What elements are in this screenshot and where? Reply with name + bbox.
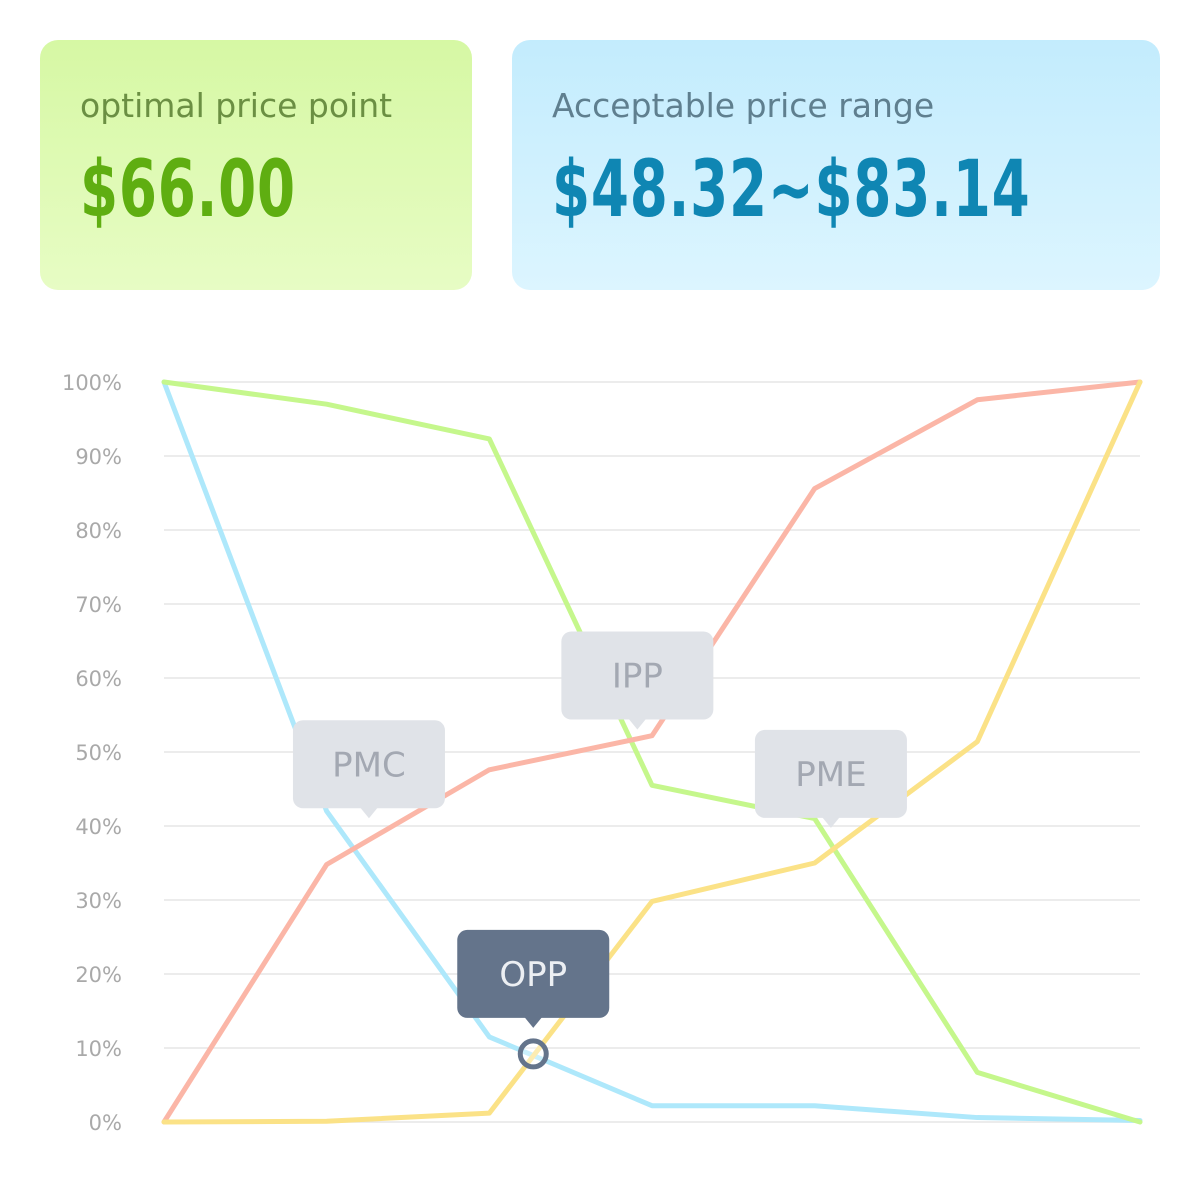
optimal-point-marker[interactable]: [517, 1038, 549, 1070]
annotation-layer: PMC IPP PME OPP: [292, 631, 907, 1070]
price-sensitivity-chart: 0% 10% 20% 30% 40% 50% 60% 70% 80% 90% 100% PMC IPP…: [62, 371, 1143, 1135]
annotation-pointer: [359, 807, 378, 819]
annotation-opp[interactable]: OPP: [457, 929, 610, 1070]
y-tick-label: 20%: [75, 963, 122, 987]
y-tick-label: 70%: [75, 593, 122, 617]
optimal-price-card: optimal price point $66.00: [40, 40, 472, 290]
y-tick-label: 60%: [75, 667, 122, 691]
y-tick-label: 30%: [75, 889, 122, 913]
y-tick-label: 80%: [75, 519, 122, 543]
y-tick-label: 50%: [75, 741, 122, 765]
y-tick-label: 100%: [62, 371, 122, 395]
annotation-ipp[interactable]: IPP: [561, 631, 714, 730]
annotation-label: IPP: [612, 657, 663, 697]
optimal-price-label: optimal price point: [80, 86, 393, 125]
annotation-label: PMC: [332, 745, 406, 785]
grid-layer: 0% 10% 20% 30% 40% 50% 60% 70% 80% 90% 100%: [62, 371, 1140, 1135]
price-range-label: Acceptable price range: [552, 86, 935, 125]
annotation-pmc[interactable]: PMC: [292, 720, 445, 819]
optimal-price-value: $66.00: [80, 145, 296, 235]
price-range-card: Acceptable price range $48.32~$83.14: [512, 40, 1160, 290]
annotation-pme[interactable]: PME: [754, 729, 907, 828]
y-tick-label: 40%: [75, 815, 122, 839]
annotation-pointer: [524, 1016, 543, 1028]
annotation-label: OPP: [499, 955, 567, 995]
y-tick-label: 0%: [89, 1111, 122, 1135]
price-range-value: $48.32~$83.14: [552, 145, 1031, 235]
annotation-pointer: [628, 718, 647, 730]
y-tick-label: 10%: [75, 1037, 122, 1061]
y-tick-label: 90%: [75, 445, 122, 469]
annotation-label: PME: [795, 755, 866, 795]
